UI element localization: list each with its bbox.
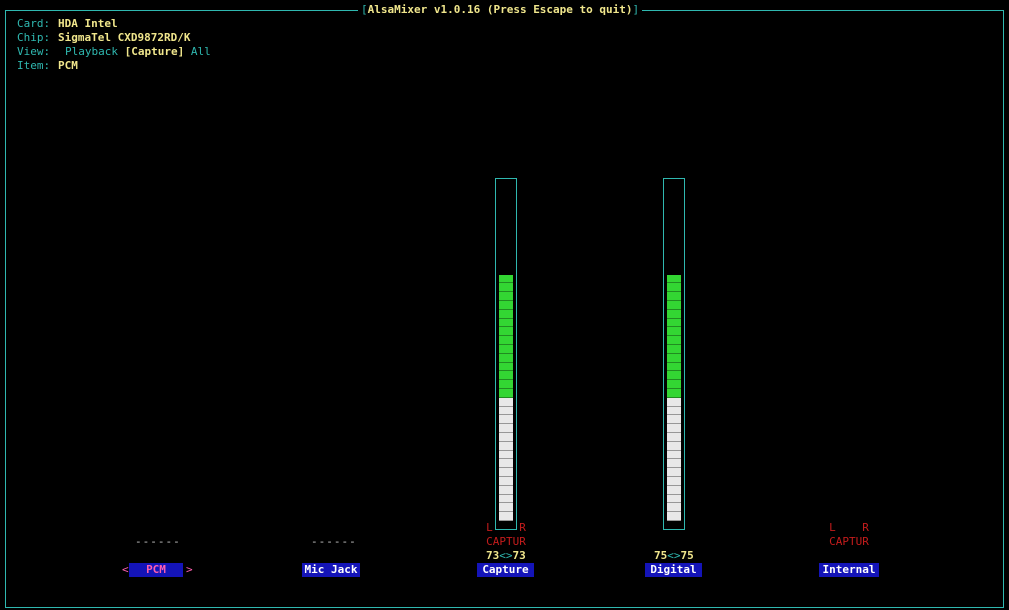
capture-level-segment (499, 459, 513, 469)
digital-level-segment (667, 318, 681, 328)
digital-level-segment (667, 309, 681, 319)
digital-level-segment (667, 415, 681, 425)
digital-level-segment (667, 292, 681, 301)
digital-level-segment (667, 494, 681, 504)
capture-level-segment (499, 477, 513, 486)
digital-level-segment (667, 424, 681, 433)
chip-label: Chip: (17, 31, 51, 44)
view-label: View: (17, 45, 51, 58)
internal-capture-flag[interactable]: CAPTUR (827, 535, 871, 548)
digital-level-segment (667, 353, 681, 363)
channel-label-pcm[interactable]: PCM (129, 563, 183, 577)
item-value: PCM (58, 59, 78, 72)
item-label: Item: (17, 59, 51, 72)
digital-level-segment (667, 433, 681, 442)
digital-level-segment (667, 389, 681, 398)
card-value: HDA Intel (58, 17, 118, 30)
capture-level-segment (499, 327, 513, 337)
view-playback[interactable]: Playback (65, 45, 118, 58)
capture-level-segment (499, 292, 513, 301)
digital-level-segment (667, 371, 681, 381)
capture-level-segment (499, 274, 513, 284)
capture-level-segment (499, 283, 513, 293)
capture-level-segment (499, 345, 513, 354)
digital-level-segment (667, 274, 681, 284)
capture-lr-label: L R (486, 521, 526, 534)
digital-level-segment (667, 477, 681, 486)
capture-volume-bar[interactable] (495, 178, 517, 530)
digital-volume-bar[interactable] (663, 178, 685, 530)
view-all[interactable]: All (191, 45, 211, 58)
digital-level-segment (667, 380, 681, 389)
capture-level-segment (499, 353, 513, 363)
digital-level-segment (667, 459, 681, 469)
capture-level-segment (499, 468, 513, 477)
view-capture[interactable]: [Capture] (125, 45, 185, 58)
card-label: Card: (17, 17, 51, 30)
digital-level-segment (667, 397, 681, 407)
capture-level-segment (499, 301, 513, 310)
capture-level-segment (499, 424, 513, 433)
capture-level-segment (499, 371, 513, 381)
app-title: AlsaMixer v1.0.16 (Press Escape to quit) (367, 3, 633, 16)
selection-right-arrow: > (186, 563, 193, 576)
capture-level-segment (499, 309, 513, 319)
channel-label-internal[interactable]: Internal (819, 563, 879, 577)
capture-level-segment (499, 318, 513, 328)
capture-level-segment (499, 494, 513, 504)
digital-level-segment (667, 336, 681, 345)
view-row: View: Playback [Capture] All (17, 45, 211, 59)
info-panel: Card: HDA Intel Chip: SigmaTel CXD9872RD/K… (17, 17, 211, 73)
channel-label-capture[interactable]: Capture (477, 563, 534, 577)
digital-level-segment (667, 327, 681, 337)
channel-label-mic-jack[interactable]: Mic Jack (302, 563, 360, 577)
digital-level-segment (667, 406, 681, 416)
chip-row: Chip: SigmaTel CXD9872RD/K (17, 31, 211, 45)
capture-volume-value: 73<>73 (486, 549, 526, 562)
selection-left-arrow: < (122, 563, 129, 576)
pcm-no-volume: ------ (135, 535, 181, 548)
capture-level-segment (499, 485, 513, 495)
channel-label-digital[interactable]: Digital (645, 563, 702, 577)
capture-level-segment (499, 362, 513, 372)
capture-level-segment (499, 389, 513, 398)
chip-value: SigmaTel CXD9872RD/K (58, 31, 191, 44)
digital-level-segment (667, 512, 681, 521)
digital-level-segment (667, 485, 681, 495)
capture-level-segment (499, 450, 513, 460)
capture-level-segment (499, 415, 513, 425)
capture-level-segment (499, 503, 513, 513)
internal-lr-label: L R (829, 521, 869, 534)
digital-level-segment (667, 283, 681, 293)
digital-level-segment (667, 362, 681, 372)
capture-level-segment (499, 512, 513, 521)
capture-level-segment (499, 380, 513, 389)
digital-level-segment (667, 468, 681, 477)
digital-level-segment (667, 301, 681, 310)
capture-flag[interactable]: CAPTUR (484, 535, 528, 548)
capture-level-segment (499, 433, 513, 442)
capture-level-segment (499, 441, 513, 451)
digital-volume-value: 75<>75 (654, 549, 694, 562)
mic-jack-no-volume: ------ (311, 535, 357, 548)
capture-level-segment (499, 336, 513, 345)
digital-level-segment (667, 345, 681, 354)
capture-level-segment (499, 397, 513, 407)
capture-level-segment (499, 406, 513, 416)
window-title: [AlsaMixer v1.0.16 (Press Escape to quit… (358, 3, 643, 16)
card-row: Card: HDA Intel (17, 17, 211, 31)
item-row: Item: PCM (17, 59, 211, 73)
digital-level-segment (667, 450, 681, 460)
digital-level-segment (667, 503, 681, 513)
digital-level-segment (667, 441, 681, 451)
